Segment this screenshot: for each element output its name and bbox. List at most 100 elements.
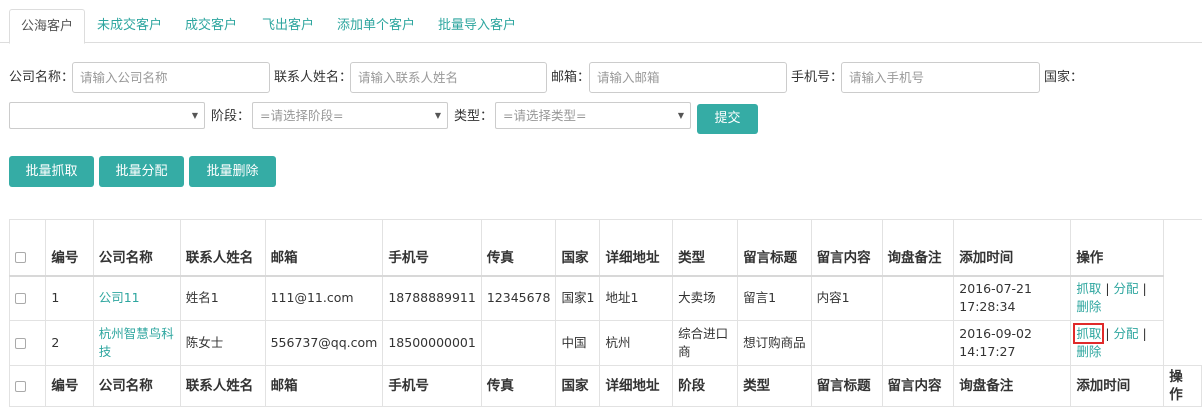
stage-select[interactable]: =请选择阶段= ▼ bbox=[252, 102, 448, 129]
email-input[interactable]: 请输入邮箱 bbox=[589, 62, 787, 93]
footer-header-id: 编号 bbox=[45, 365, 94, 407]
row-spacer bbox=[1164, 321, 1202, 366]
footer-header-contact: 联系人姓名 bbox=[179, 365, 266, 407]
cell-inquiry-note bbox=[881, 320, 955, 366]
cell-fax: 12345678 bbox=[480, 275, 557, 321]
chevron-down-icon: ▼ bbox=[434, 111, 441, 120]
footer-header-message-content: 留言内容 bbox=[881, 365, 955, 407]
batch-assign-button[interactable]: 批量分配 bbox=[99, 156, 184, 187]
chevron-down-icon: ▼ bbox=[191, 111, 198, 120]
cell-actions: 抓取 | 分配 | 删除 bbox=[1070, 275, 1165, 321]
footer-header-actions: 操作 bbox=[1163, 365, 1202, 407]
footer-header-message-title: 留言标题 bbox=[810, 365, 883, 407]
country-select[interactable]: ▼ bbox=[9, 102, 205, 129]
cell-address: 杭州 bbox=[599, 320, 674, 366]
checkbox[interactable] bbox=[15, 252, 26, 263]
batch-grab-button[interactable]: 批量抓取 bbox=[9, 156, 94, 187]
company-name-input[interactable]: 请输入公司名称 bbox=[72, 62, 270, 93]
assign-link[interactable]: 分配 bbox=[1114, 281, 1139, 296]
cell-type: 综合进口商 bbox=[672, 320, 739, 366]
header-add-time: 添加时间 bbox=[953, 219, 1072, 277]
footer-header-type: 类型 bbox=[737, 365, 812, 407]
customer-table: 编号 公司名称 联系人姓名 邮箱 手机号 传真 国家 详细地址 类型 留言标题 … bbox=[8, 219, 1202, 407]
checkbox[interactable] bbox=[15, 380, 26, 392]
cell-company-link[interactable]: 公司11 bbox=[92, 275, 181, 321]
cell-email: 111@11.com bbox=[264, 275, 384, 321]
tab-lost-customers[interactable]: 飞出客户 bbox=[251, 9, 325, 43]
cell-actions: 抓取 | 分配 | 删除 bbox=[1070, 320, 1165, 366]
cell-id: 1 bbox=[45, 275, 94, 321]
separator: | bbox=[1142, 281, 1147, 297]
cell-message-title: 想订购商品 bbox=[737, 320, 812, 366]
assign-link[interactable]: 分配 bbox=[1114, 326, 1139, 341]
cell-message-content bbox=[810, 320, 883, 366]
header-inquiry-note: 询盘备注 bbox=[881, 219, 955, 277]
type-select[interactable]: =请选择类型= ▼ bbox=[495, 102, 691, 129]
cell-country: 中国 bbox=[555, 320, 601, 366]
header-country: 国家 bbox=[555, 219, 601, 277]
phone-label: 手机号： bbox=[791, 70, 844, 85]
footer-header-address: 详细地址 bbox=[599, 365, 674, 407]
table-row: 2 杭州智慧鸟科技 陈女士 556737@qq.com 18500000001 … bbox=[8, 320, 1202, 366]
cell-inquiry-note bbox=[881, 275, 955, 321]
header-id: 编号 bbox=[45, 219, 94, 277]
header-company: 公司名称 bbox=[92, 219, 181, 277]
type-label: 类型： bbox=[454, 109, 494, 124]
tab-public-customers[interactable]: 公海客户 bbox=[9, 9, 86, 44]
cell-id: 2 bbox=[45, 320, 94, 366]
country-label: 国家： bbox=[1044, 70, 1084, 85]
cell-contact: 陈女士 bbox=[179, 320, 266, 366]
tab-add-customer[interactable]: 添加单个客户 bbox=[326, 9, 426, 43]
header-type: 类型 bbox=[672, 219, 739, 277]
cell-type: 大卖场 bbox=[672, 275, 739, 321]
footer-header-email: 邮箱 bbox=[264, 365, 384, 407]
type-select-value: =请选择类型= bbox=[503, 108, 587, 123]
row-select[interactable] bbox=[8, 275, 47, 321]
header-fax: 传真 bbox=[480, 219, 557, 277]
header-select-all[interactable] bbox=[8, 219, 47, 277]
cell-email: 556737@qq.com bbox=[264, 320, 384, 366]
cell-fax bbox=[480, 320, 557, 366]
chevron-down-icon: ▼ bbox=[677, 111, 684, 120]
table-footer-header-row: 编号 公司名称 联系人姓名 邮箱 手机号 传真 国家 详细地址 阶段 类型 留言… bbox=[8, 365, 1202, 407]
cell-message-title: 留言1 bbox=[737, 275, 812, 321]
company-name-label: 公司名称： bbox=[9, 70, 75, 85]
cell-add-time: 2016-07-21 17:28:34 bbox=[953, 275, 1072, 321]
cell-message-content: 内容1 bbox=[810, 275, 883, 321]
submit-button[interactable]: 提交 bbox=[697, 104, 758, 134]
row-spacer bbox=[1164, 276, 1202, 321]
table-header-row: 编号 公司名称 联系人姓名 邮箱 手机号 传真 国家 详细地址 类型 留言标题 … bbox=[8, 219, 1202, 277]
cell-company-link[interactable]: 杭州智慧鸟科技 bbox=[92, 320, 181, 366]
footer-header-phone: 手机号 bbox=[382, 365, 482, 407]
checkbox[interactable] bbox=[15, 338, 26, 349]
cell-contact: 姓名1 bbox=[179, 275, 266, 321]
footer-header-inquiry-note: 询盘备注 bbox=[953, 365, 1072, 407]
cell-phone: 18788889911 bbox=[382, 275, 482, 321]
footer-select-all[interactable] bbox=[8, 365, 47, 407]
contact-name-label: 联系人姓名： bbox=[274, 70, 353, 85]
header-address: 详细地址 bbox=[599, 219, 674, 277]
delete-link[interactable]: 删除 bbox=[1076, 344, 1101, 359]
header-phone: 手机号 bbox=[382, 219, 482, 277]
footer-header-stage: 阶段 bbox=[672, 365, 739, 407]
footer-header-add-time: 添加时间 bbox=[1070, 365, 1165, 407]
grab-link[interactable]: 抓取 bbox=[1073, 323, 1105, 344]
phone-input[interactable]: 请输入手机号 bbox=[841, 62, 1040, 93]
checkbox[interactable] bbox=[15, 293, 26, 305]
email-label: 邮箱： bbox=[551, 70, 591, 85]
contact-name-input[interactable]: 请输入联系人姓名 bbox=[350, 62, 547, 93]
tab-bar: 公海客户 未成交客户 成交客户 飞出客户 添加单个客户 批量导入客户 bbox=[0, 0, 1202, 44]
tab-unclosed-customers[interactable]: 未成交客户 bbox=[86, 9, 173, 43]
delete-link[interactable]: 删除 bbox=[1076, 299, 1101, 314]
header-message-content: 留言内容 bbox=[810, 219, 883, 277]
grab-link[interactable]: 抓取 bbox=[1076, 281, 1101, 296]
row-select[interactable] bbox=[8, 320, 47, 366]
cell-country: 国家1 bbox=[555, 275, 601, 321]
tab-closed-customers[interactable]: 成交客户 bbox=[174, 9, 248, 43]
header-email: 邮箱 bbox=[264, 219, 384, 277]
stage-select-value: =请选择阶段= bbox=[260, 108, 344, 123]
header-message-title: 留言标题 bbox=[737, 219, 812, 277]
batch-delete-button[interactable]: 批量删除 bbox=[189, 156, 276, 187]
header-spacer bbox=[1163, 219, 1202, 276]
tab-batch-import[interactable]: 批量导入客户 bbox=[427, 9, 527, 43]
